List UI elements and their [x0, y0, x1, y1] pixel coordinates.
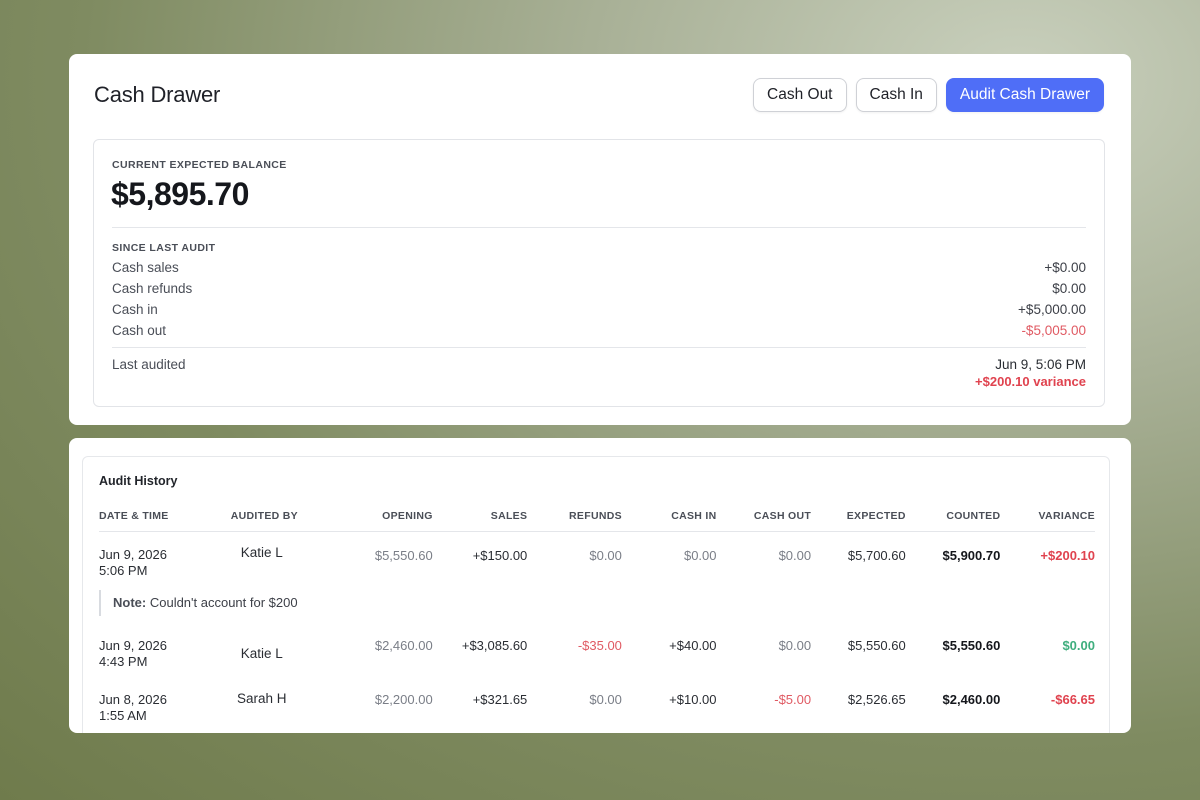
audit-history-panel: Audit History DATE & TIME AUDITED BY OPE… — [82, 456, 1110, 733]
summary-value: -$5,005.00 — [1021, 323, 1086, 338]
expected-cell: $5,700.60 — [847, 547, 906, 563]
table-row[interactable]: Jun 9, 2026 5:06 PM Katie L $5,550.60 +$… — [99, 531, 1095, 579]
refunds-cell: $0.00 — [589, 547, 622, 563]
counted-cell: $5,900.70 — [942, 547, 1001, 563]
opening-cell: $5,550.60 — [374, 547, 433, 563]
summary-row-cash-out: Cash out -$5,005.00 — [112, 323, 1086, 338]
date: Jun 9, 2026 — [99, 637, 167, 653]
summary-row-cash-refunds: Cash refunds $0.00 — [112, 281, 1086, 296]
summary-value: $0.00 — [1052, 281, 1086, 296]
cash-drawer-card: Cash Drawer Cash Out Cash In Audit Cash … — [69, 54, 1131, 425]
cash-out-cell: $0.00 — [778, 637, 812, 653]
expected-cell: $5,550.60 — [847, 637, 906, 653]
variance-cell: -$66.65 — [1050, 691, 1095, 707]
audit-cash-drawer-button[interactable]: Audit Cash Drawer — [945, 78, 1104, 112]
variance-cell: +$200.10 — [1040, 547, 1095, 563]
date-time-cell: Jun 9, 2026 5:06 PM — [99, 531, 201, 579]
column-header[interactable]: AUDITED BY — [200, 501, 323, 532]
summary-label: Cash refunds — [112, 281, 193, 296]
sales-cell: +$321.65 — [472, 691, 528, 707]
balance-panel: CURRENT EXPECTED BALANCE $5,895.70 SINCE… — [93, 139, 1105, 407]
audit-history-card: Audit History DATE & TIME AUDITED BY OPE… — [69, 438, 1131, 733]
last-audited-label: Last audited — [112, 357, 186, 372]
summary-value: +$0.00 — [1044, 260, 1086, 275]
opening-cell: $2,460.00 — [374, 637, 433, 653]
cash-out-button[interactable]: Cash Out — [753, 78, 847, 112]
note-row: Note: Couldn't account for $200 — [99, 579, 1095, 635]
summary-value: +$5,000.00 — [1018, 302, 1086, 317]
audited-by-cell: Katie L — [240, 544, 283, 560]
expected-cell: $2,526.65 — [847, 691, 906, 707]
summary-label: Cash out — [112, 323, 167, 338]
table-header-row: DATE & TIME AUDITED BY OPENING SALES REF… — [99, 501, 1095, 532]
time: 5:06 PM — [99, 562, 148, 578]
column-header[interactable]: DATE & TIME — [99, 501, 201, 532]
refunds-cell: $0.00 — [589, 691, 622, 707]
summary-row-cash-in: Cash in +$5,000.00 — [112, 302, 1086, 317]
column-header[interactable]: SALES — [432, 501, 528, 532]
audit-history-table: DATE & TIME AUDITED BY OPENING SALES REF… — [99, 501, 1095, 724]
divider — [112, 227, 1086, 228]
column-header[interactable]: OPENING — [322, 501, 433, 532]
column-header[interactable]: COUNTED — [905, 501, 1001, 532]
cash-in-button[interactable]: Cash In — [855, 78, 937, 112]
cash-in-cell: +$40.00 — [669, 637, 717, 653]
cash-out-cell: $0.00 — [778, 547, 812, 563]
column-header[interactable]: EXPECTED — [811, 501, 906, 532]
last-audited-variance: +$200.10 variance — [975, 374, 1086, 389]
summary-row-cash-sales: Cash sales +$0.00 — [112, 260, 1086, 275]
page-header: Cash Drawer Cash Out Cash In Audit Cash … — [94, 78, 1104, 112]
sales-cell: +$150.00 — [472, 547, 528, 563]
date: Jun 9, 2026 — [99, 546, 167, 562]
summary-label: Cash in — [112, 302, 158, 317]
cash-in-cell: +$10.00 — [669, 691, 717, 707]
audited-by-cell: Sarah H — [237, 690, 287, 706]
divider — [112, 347, 1086, 348]
summary-label: Cash sales — [112, 260, 179, 275]
header-actions: Cash Out Cash In Audit Cash Drawer — [753, 78, 1104, 112]
column-header[interactable]: REFUNDS — [527, 501, 622, 532]
last-audited-row: Last audited Jun 9, 5:06 PM +$200.10 var… — [112, 357, 1086, 389]
balance-label: CURRENT EXPECTED BALANCE — [112, 159, 287, 171]
page-title: Cash Drawer — [94, 82, 221, 107]
column-header[interactable]: CASH OUT — [716, 501, 812, 532]
time: 1:55 AM — [99, 707, 147, 723]
column-header[interactable]: VARIANCE — [1000, 501, 1095, 532]
audit-note: Note: Couldn't account for $200 — [99, 589, 1095, 616]
sales-cell: +$3,085.60 — [461, 637, 528, 653]
column-header[interactable]: CASH IN — [621, 501, 717, 532]
date-time-cell: Jun 8, 2026 1:55 AM — [99, 670, 201, 724]
opening-cell: $2,200.00 — [374, 691, 433, 707]
cash-in-cell: $0.00 — [683, 547, 717, 563]
counted-cell: $2,460.00 — [942, 691, 1001, 707]
time: 4:43 PM — [99, 653, 148, 669]
note-label: Note: — [113, 594, 147, 610]
table-row[interactable]: Jun 9, 2026 4:43 PM Katie L $2,460.00 +$… — [99, 635, 1095, 670]
date-time-cell: Jun 9, 2026 4:43 PM — [99, 635, 201, 670]
last-audited-date: Jun 9, 5:06 PM — [995, 357, 1086, 372]
counted-cell: $5,550.60 — [942, 637, 1001, 653]
note-text: Couldn't account for $200 — [149, 594, 298, 610]
cash-out-cell: -$5.00 — [774, 691, 812, 707]
audited-by-cell: Katie L — [240, 645, 283, 661]
variance-cell: $0.00 — [1062, 637, 1095, 653]
balance-value: $5,895.70 — [111, 176, 249, 212]
date: Jun 8, 2026 — [99, 691, 167, 707]
table-row[interactable]: Jun 8, 2026 1:55 AM Sarah H $2,200.00 +$… — [99, 670, 1095, 724]
audit-history-title: Audit History — [99, 474, 178, 488]
since-last-audit-label: SINCE LAST AUDIT — [112, 242, 216, 254]
refunds-cell: -$35.00 — [577, 637, 622, 653]
